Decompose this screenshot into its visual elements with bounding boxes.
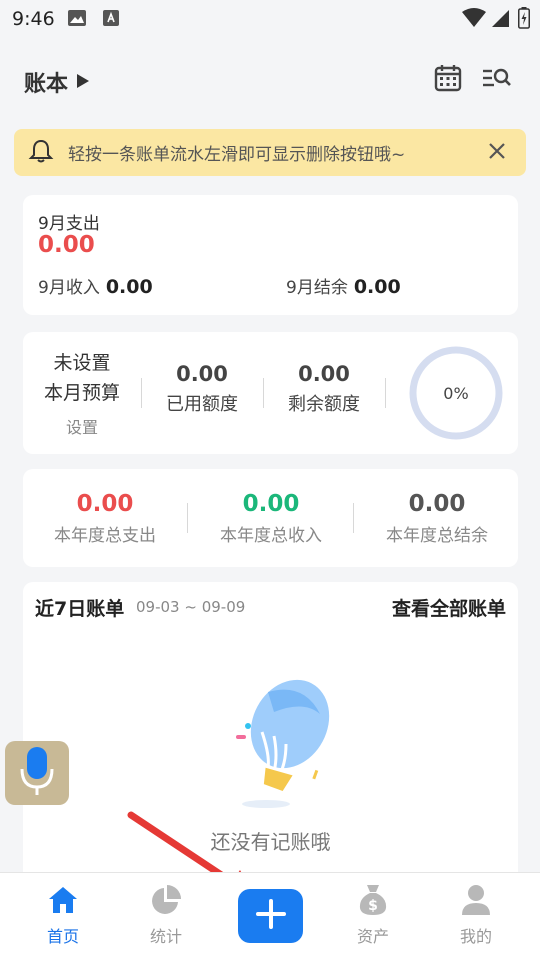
year-income-value: 0.00 xyxy=(242,491,300,517)
budget-used-label: 已用额度 xyxy=(166,394,238,415)
recent-date-range: 09-03 ~ 09-09 xyxy=(136,598,246,616)
year-expense-value: 0.00 xyxy=(76,491,134,517)
year-expense: 0.00 本年度总支出 xyxy=(25,491,185,546)
divider xyxy=(385,378,386,408)
budget-card: 未设置 本月预算 设置 0.00 已用额度 0.00 剩余额度 0% xyxy=(23,332,518,454)
status-time: 9:46 xyxy=(12,8,55,30)
app-notification-icon xyxy=(103,10,119,30)
budget-status: 未设置 本月预算 xyxy=(40,348,124,408)
play-triangle-icon xyxy=(76,70,90,95)
signal-icon xyxy=(490,8,510,32)
status-bar: 9:46 xyxy=(0,0,540,36)
search-bills-button[interactable] xyxy=(481,64,513,96)
year-balance-value: 0.00 xyxy=(408,491,466,517)
year-balance: 0.00 本年度总结余 xyxy=(357,491,517,546)
calendar-icon xyxy=(434,64,462,96)
month-income: 9月收入 0.00 xyxy=(38,273,153,298)
tab-statistics[interactable]: 统计 xyxy=(126,885,206,947)
year-income: 0.00 本年度总收入 xyxy=(191,491,351,546)
tip-text: 轻按一条账单流水左滑即可显示删除按钮哦~ xyxy=(68,145,406,165)
divider xyxy=(263,378,264,408)
budget-status-line2: 本月预算 xyxy=(43,382,120,404)
microphone-icon xyxy=(20,745,54,801)
yearly-summary-card[interactable]: 0.00 本年度总支出 0.00 本年度总收入 0.00 本年度总结余 xyxy=(23,469,518,567)
bell-icon xyxy=(28,138,54,168)
tab-assets[interactable]: $ 资产 xyxy=(333,885,413,947)
budget-remaining: 0.00 剩余额度 xyxy=(269,362,379,416)
add-bill-button[interactable] xyxy=(238,889,303,943)
list-search-icon xyxy=(481,66,513,94)
voice-input-button[interactable] xyxy=(5,741,69,805)
month-summary-card[interactable]: 9月支出 0.00 9月收入 0.00 9月结余 0.00 xyxy=(23,195,518,315)
divider xyxy=(353,503,354,533)
home-icon xyxy=(48,886,78,918)
year-expense-label: 本年度总支出 xyxy=(54,526,156,546)
budget-remaining-value: 0.00 xyxy=(298,362,350,386)
month-expense-label: 9月支出 xyxy=(38,214,100,234)
plus-icon xyxy=(255,899,286,933)
year-balance-label: 本年度总结余 xyxy=(386,526,488,546)
tab-statistics-label: 统计 xyxy=(149,927,182,946)
recent-title: 近7日账单 xyxy=(35,598,125,620)
tab-home-label: 首页 xyxy=(46,927,79,946)
svg-text:$: $ xyxy=(368,898,378,914)
page-title: 账本 xyxy=(24,72,69,97)
hot-air-balloon-illustration xyxy=(208,672,348,816)
tab-home[interactable]: 首页 xyxy=(23,885,103,947)
money-bag-icon: $ xyxy=(358,884,388,920)
calendar-button[interactable] xyxy=(432,64,464,96)
tab-mine-label: 我的 xyxy=(459,927,492,946)
pie-chart-icon xyxy=(150,884,182,920)
year-income-label: 本年度总收入 xyxy=(220,526,322,546)
divider xyxy=(187,503,188,533)
month-income-label: 9月收入 xyxy=(38,278,100,298)
recent-bills-card: 近7日账单 09-03 ~ 09-09 查看全部账单 还没有记账哦 xyxy=(23,582,518,882)
tab-assets-label: 资产 xyxy=(356,927,389,946)
close-tip-button[interactable] xyxy=(482,138,512,168)
tab-mine[interactable]: 我的 xyxy=(436,885,516,947)
close-icon xyxy=(488,142,506,164)
month-balance-label: 9月结余 xyxy=(286,278,348,298)
tip-banner: 轻按一条账单流水左滑即可显示删除按钮哦~ xyxy=(14,129,526,176)
battery-icon xyxy=(518,7,530,33)
budget-progress-ring: 0% xyxy=(408,345,504,441)
month-balance: 9月结余 0.00 xyxy=(286,273,401,298)
image-notification-icon xyxy=(68,10,86,30)
month-income-value: 0.00 xyxy=(105,276,153,298)
view-all-bills-link[interactable]: 查看全部账单 xyxy=(392,594,506,621)
budget-used-value: 0.00 xyxy=(176,362,228,386)
app-header: 账本 xyxy=(0,50,540,110)
budget-remaining-label: 剩余额度 xyxy=(288,394,360,415)
budget-percent: 0% xyxy=(443,383,469,403)
month-balance-value: 0.00 xyxy=(353,276,401,298)
budget-status-line1: 未设置 xyxy=(53,352,111,374)
wifi-icon xyxy=(462,8,486,32)
budget-used: 0.00 已用额度 xyxy=(147,362,257,416)
month-expense-value: 0.00 xyxy=(38,232,95,258)
set-budget-link[interactable]: 设置 xyxy=(40,414,124,438)
divider xyxy=(141,378,142,408)
ledger-selector[interactable]: 账本 xyxy=(24,66,90,98)
empty-state-text: 还没有记账哦 xyxy=(210,830,331,854)
user-icon xyxy=(461,884,491,920)
